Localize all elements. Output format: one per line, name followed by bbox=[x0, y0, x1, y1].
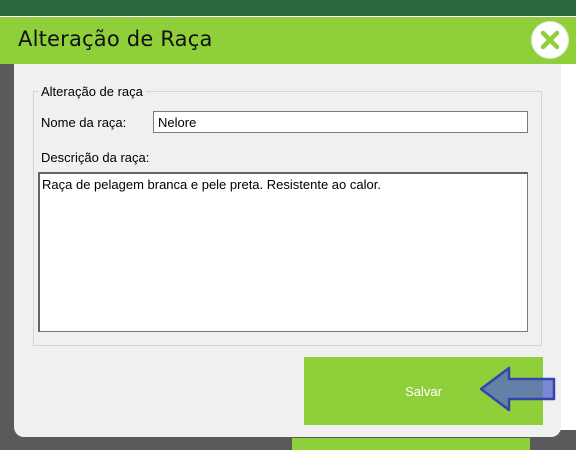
breed-name-label: Nome da raça: bbox=[41, 115, 127, 130]
breed-description-textarea[interactable]: Raça de pelagem branca e pele preta. Res… bbox=[38, 172, 528, 332]
dialog-title: Alteração de Raça bbox=[18, 27, 213, 51]
left-arrow-indicator-icon bbox=[479, 366, 556, 412]
close-icon bbox=[540, 30, 560, 50]
group-box-label: Alteração de raça bbox=[38, 84, 146, 99]
close-button[interactable] bbox=[531, 21, 569, 59]
background-app-button bbox=[292, 438, 530, 450]
breed-description-label: Descrição da raça: bbox=[41, 150, 150, 165]
breed-name-input[interactable] bbox=[153, 111, 528, 133]
background-app-header bbox=[0, 0, 576, 17]
